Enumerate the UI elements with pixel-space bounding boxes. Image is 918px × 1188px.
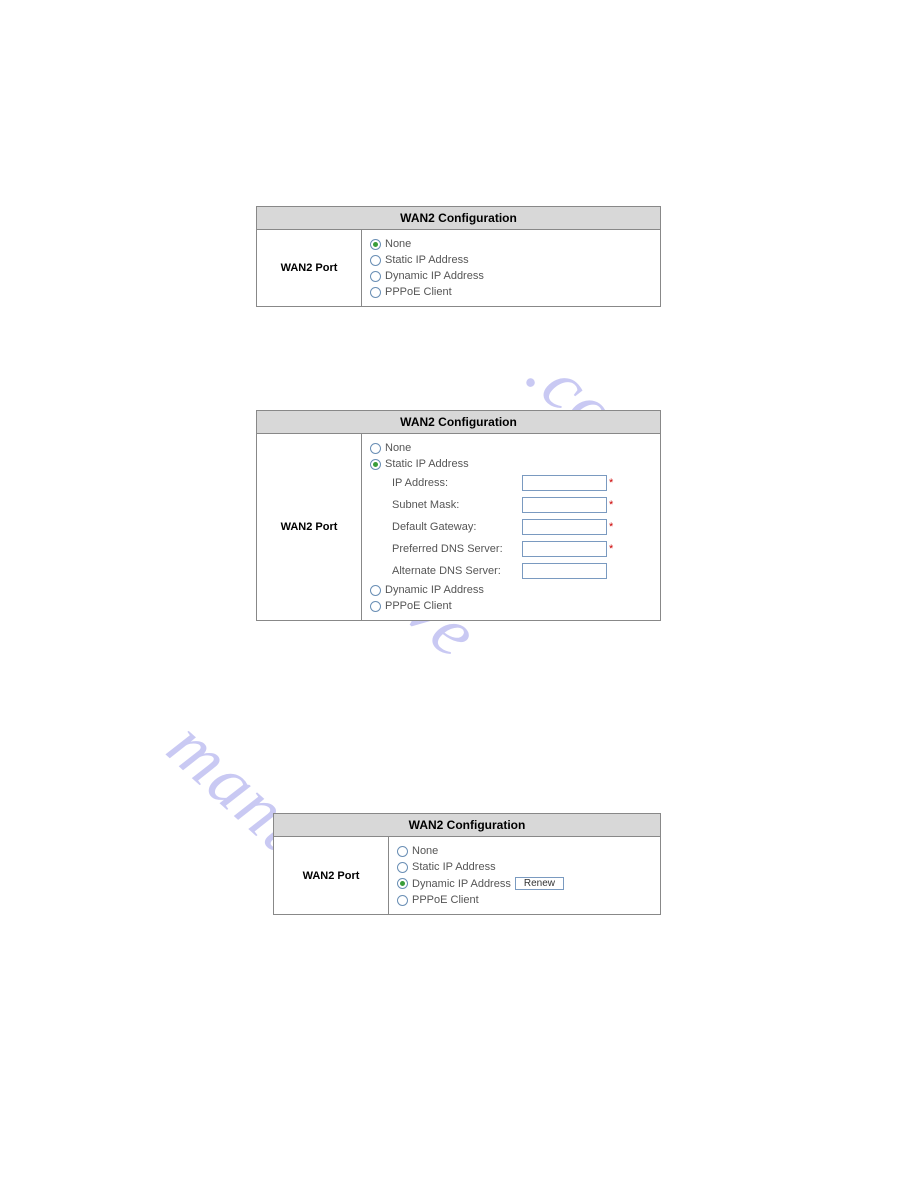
radio-icon [397,862,408,873]
radio-label: Dynamic IP Address [412,878,511,890]
radio-option-none[interactable]: None [397,843,652,859]
radio-icon [370,239,381,250]
radio-option-pppoe[interactable]: PPPoE Client [370,598,652,614]
wan2-config-panel-1: WAN2 Configuration WAN2 Port None Static… [256,206,661,307]
radio-option-none[interactable]: None [370,236,652,252]
default-gateway-input[interactable] [522,519,607,535]
field-preferred-dns: Preferred DNS Server: * [370,538,652,560]
radio-icon [370,271,381,282]
radio-option-static[interactable]: Static IP Address [397,859,652,875]
radio-label: PPPoE Client [412,894,479,906]
radio-label: None [412,845,438,857]
required-marker: * [609,521,613,533]
radio-label: Dynamic IP Address [385,270,484,282]
required-marker: * [609,499,613,511]
field-label: Default Gateway: [392,521,522,533]
required-marker: * [609,543,613,555]
ip-address-input[interactable] [522,475,607,491]
subnet-mask-input[interactable] [522,497,607,513]
radio-label: Static IP Address [385,458,469,470]
radio-label: PPPoE Client [385,286,452,298]
field-default-gateway: Default Gateway: * [370,516,652,538]
panel-title: WAN2 Configuration [257,411,660,434]
radio-option-dynamic[interactable]: Dynamic IP Address [370,268,652,284]
wan2-config-panel-2: WAN2 Configuration WAN2 Port None Static… [256,410,661,621]
radio-option-dynamic[interactable]: Dynamic IP Address Renew [397,875,652,892]
field-label: Alternate DNS Server: [392,565,522,577]
radio-icon [370,287,381,298]
radio-label: PPPoE Client [385,600,452,612]
field-subnet-mask: Subnet Mask: * [370,494,652,516]
panel-right-content: None Static IP Address IP Address: * Sub… [362,434,660,620]
panel-right-content: None Static IP Address Dynamic IP Addres… [362,230,660,306]
radio-label: Static IP Address [412,861,496,873]
panel-right-content: None Static IP Address Dynamic IP Addres… [389,837,660,914]
radio-option-none[interactable]: None [370,440,652,456]
radio-label: Static IP Address [385,254,469,266]
renew-button[interactable]: Renew [515,877,564,890]
radio-option-static[interactable]: Static IP Address [370,456,652,472]
radio-icon [370,585,381,596]
radio-option-pppoe[interactable]: PPPoE Client [370,284,652,300]
field-label: Subnet Mask: [392,499,522,511]
radio-icon [370,601,381,612]
panel-left-label: WAN2 Port [274,837,389,914]
radio-option-static[interactable]: Static IP Address [370,252,652,268]
field-ip-address: IP Address: * [370,472,652,494]
field-label: Preferred DNS Server: [392,543,522,555]
radio-label: None [385,238,411,250]
panel-title: WAN2 Configuration [257,207,660,230]
radio-label: Dynamic IP Address [385,584,484,596]
radio-option-pppoe[interactable]: PPPoE Client [397,892,652,908]
field-alternate-dns: Alternate DNS Server: [370,560,652,582]
radio-icon [370,443,381,454]
panel-title: WAN2 Configuration [274,814,660,837]
radio-icon [370,255,381,266]
preferred-dns-input[interactable] [522,541,607,557]
field-label: IP Address: [392,477,522,489]
radio-icon [397,895,408,906]
panel-left-label: WAN2 Port [257,434,362,620]
radio-icon [397,846,408,857]
alternate-dns-input[interactable] [522,563,607,579]
radio-label: None [385,442,411,454]
radio-icon [370,459,381,470]
required-marker: * [609,477,613,489]
panel-left-label: WAN2 Port [257,230,362,306]
radio-option-dynamic[interactable]: Dynamic IP Address [370,582,652,598]
wan2-config-panel-3: WAN2 Configuration WAN2 Port None Static… [273,813,661,915]
radio-icon [397,878,408,889]
